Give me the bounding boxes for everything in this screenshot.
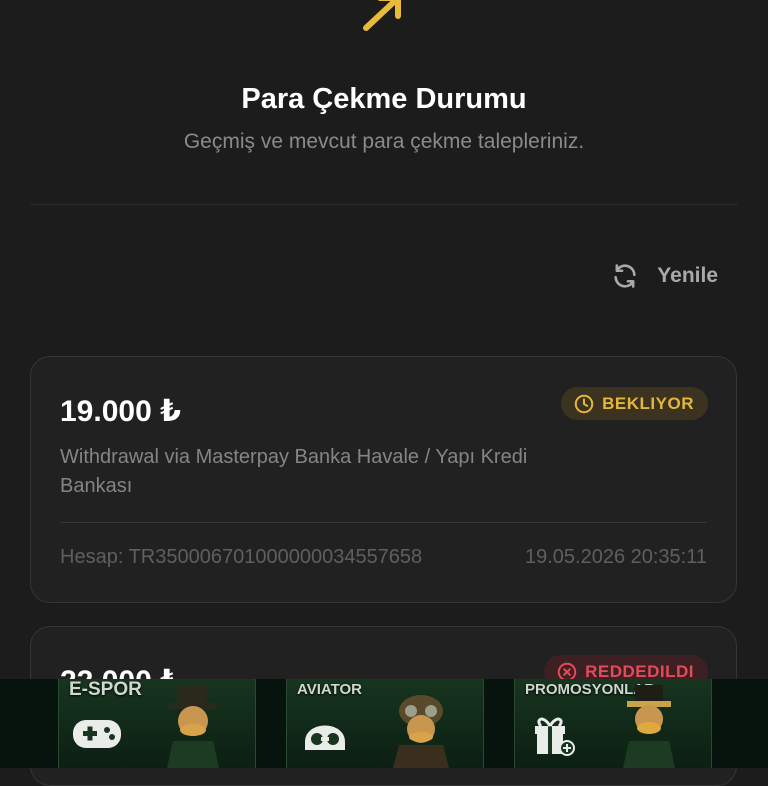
promo-tile-espor[interactable]: E-SPOR (58, 679, 256, 768)
withdrawal-amount: 19.000 ₺ (60, 395, 181, 428)
page-subtitle: Geçmiş ve mevcut para çekme talepleriniz… (183, 130, 585, 153)
status-badge: BEKLIYOR (561, 387, 708, 420)
clock-icon (574, 394, 594, 413)
refresh-button[interactable]: Yenile (611, 262, 718, 290)
withdrawal-meta: Hesap: TR350006701000000034557658 19.05.… (60, 546, 707, 569)
status-label: BEKLIYOR (602, 393, 694, 413)
gamepad-icon (73, 720, 121, 748)
mascot-image (393, 695, 449, 768)
account-number: Hesap: TR350006701000000034557658 (60, 546, 423, 568)
promo-tile-promosyonlar[interactable]: PROMOSYONLAR (514, 679, 712, 768)
mascot-image (167, 685, 219, 768)
withdrawal-description: Withdrawal via Masterpay Banka Havale / … (60, 446, 528, 497)
withdrawal-datetime: 19.05.2026 20:35:11 (524, 546, 707, 568)
promo-tile-label: E-SPOR (69, 679, 142, 700)
header-divider (30, 204, 738, 205)
arrow-up-right-icon (363, 0, 401, 31)
gift-icon (535, 717, 575, 756)
withdrawal-card[interactable]: 19.000 ₺ BEKLIYOR Withdrawal via Masterp… (30, 356, 737, 603)
promo-bar: E-SPOR AVIATOR PROMOSYONLAR (0, 679, 768, 768)
pilot-helmet-icon (305, 725, 345, 750)
promo-tile-aviator[interactable]: AVIATOR (286, 679, 484, 768)
promo-tile-label: AVIATOR (297, 681, 363, 698)
card-divider (60, 522, 707, 523)
refresh-icon (614, 264, 636, 288)
refresh-label: Yenile (657, 264, 718, 287)
page-title: Para Çekme Durumu (241, 83, 527, 115)
mascot-image (623, 685, 675, 768)
